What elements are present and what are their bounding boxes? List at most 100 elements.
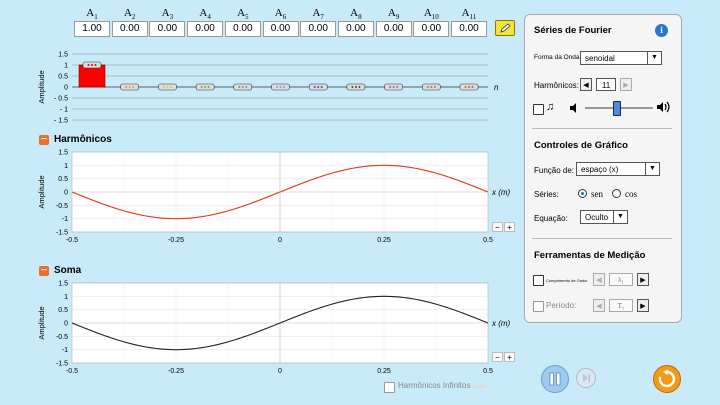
zoom-in-button[interactable]: + (504, 222, 515, 232)
zoom-out-button[interactable]: − (492, 352, 503, 362)
waveform-select[interactable]: senoidal ▼ (580, 51, 662, 65)
amplitude-input[interactable]: 0.00 (187, 21, 224, 37)
handle-dot (313, 86, 316, 88)
amplitude-column: A7 0.00 (298, 6, 338, 37)
left-arrow-icon[interactable]: ◀ (580, 78, 592, 91)
zoom-in-button[interactable]: + (504, 352, 515, 362)
handle-dot (392, 86, 395, 88)
x-tick-label: -0.25 (168, 237, 184, 244)
y-tick-label: 1 (64, 294, 68, 301)
amplitude-column: A6 0.00 (261, 6, 301, 37)
x-tick-label: -0.25 (168, 368, 184, 375)
y-tick-label: 0.5 (58, 176, 68, 183)
infinite-harmonics-checkbox[interactable] (384, 382, 395, 393)
amplitude-column: A1 1.00 (72, 6, 112, 37)
amplitude-label-index: 9 (395, 13, 400, 22)
amplitude-input[interactable]: 1.00 (74, 21, 110, 37)
step-button[interactable] (576, 368, 596, 388)
sum-chart: 1.510.50-0.5-1-1.5-0.5 -0.25 0 0.25 0.5Ampli… (37, 281, 511, 376)
amplitude-label-index: 10 (431, 13, 439, 22)
graph-title: Controles de Gráfico (534, 140, 628, 151)
amplitude-chart: 1.5 1 0.5 0 - 0.5 - 1 - 1.5 Amplitude n (37, 52, 499, 125)
handle-dot (128, 86, 131, 88)
amplitude-label: A5 (223, 6, 263, 21)
amplitude-input[interactable]: 0.00 (149, 21, 186, 37)
amplitude-input[interactable]: 0.00 (224, 21, 261, 37)
x-tick-label: 0.25 (377, 368, 391, 375)
amplitude-input[interactable]: 0.00 (375, 21, 412, 37)
harmonics-chart: 1.510.50-0.5-1-1.5-0.5 -0.25 0 0.25 0.5Ampli… (37, 150, 511, 245)
speaker-low-icon (569, 101, 581, 119)
right-arrow-icon[interactable]: ▶ (637, 273, 649, 286)
collapse-icon[interactable]: − (39, 134, 49, 145)
y-tick-label: -1 (62, 347, 68, 354)
handle-dot (430, 86, 433, 88)
handle-dot (241, 86, 244, 88)
amplitude-label: A10 (411, 6, 451, 22)
pause-button[interactable] (541, 365, 569, 393)
y-axis-label: Amplitude (37, 70, 46, 103)
y-tick-label: - 1 (60, 107, 68, 114)
amplitude-label-index: 3 (169, 13, 174, 22)
y-tick-label: -1 (62, 216, 68, 223)
series-sin-radio[interactable] (578, 189, 587, 198)
amplitude-input[interactable]: 0.00 (451, 21, 487, 37)
equation-select[interactable]: Oculto ▼ (580, 210, 628, 224)
handle-dot (91, 64, 93, 66)
y-axis-label: Amplitude (37, 175, 46, 208)
harmonics-header[interactable]: − Harmônicos (39, 134, 112, 145)
function-value: espaço (x) (581, 165, 619, 174)
series-label: Séries: (534, 190, 559, 199)
period-checkbox[interactable] (533, 301, 544, 312)
amplitude-label: A11 (449, 6, 489, 21)
series-cos-label: cos (625, 189, 637, 199)
zoom-out-button[interactable]: − (492, 222, 503, 232)
wavelength-checkbox[interactable] (533, 275, 544, 286)
y-tick-label: 0.5 (58, 74, 68, 81)
right-arrow-icon[interactable]: ▶ (620, 78, 632, 91)
amplitude-column: A8 0.00 (336, 6, 376, 37)
sound-checkbox[interactable] (533, 104, 544, 115)
x-tick-label: 0.5 (483, 368, 493, 375)
amplitude-input[interactable]: 0.00 (300, 21, 337, 37)
amplitude-label-letter: A (387, 7, 396, 19)
left-arrow-icon[interactable]: ◀ (593, 299, 605, 312)
equation-label: Equação: (534, 214, 568, 223)
handle-dot (166, 86, 169, 88)
amplitude-bar[interactable] (78, 64, 106, 88)
volume-thumb[interactable] (613, 101, 621, 116)
right-arrow-icon[interactable]: ▶ (637, 299, 649, 312)
collapse-icon[interactable]: − (39, 265, 49, 276)
handle-dot (317, 86, 320, 88)
x-tick-label: 0.25 (377, 237, 391, 244)
sum-header[interactable]: − Soma (39, 265, 81, 276)
handle-dot (396, 86, 399, 88)
amplitude-input[interactable]: 0.00 (111, 21, 148, 37)
x-tick-label: -0.5 (66, 368, 78, 375)
sum-title: Soma (54, 265, 82, 276)
pencil-icon[interactable] (495, 20, 515, 36)
amplitude-label: A9 (374, 6, 414, 22)
y-tick-label: 1 (64, 163, 68, 170)
handle-dot (276, 86, 278, 88)
period-label: Período: (546, 301, 577, 310)
infinite-harmonics-slider[interactable] (472, 385, 486, 388)
y-tick-label: 0 (64, 190, 68, 197)
amplitude-input[interactable]: 0.00 (413, 21, 450, 37)
handle-dot (426, 86, 429, 88)
amplitude-input[interactable]: 0.00 (337, 21, 374, 37)
x-axis-label: x (m) (491, 188, 511, 197)
info-icon[interactable]: i (655, 24, 668, 37)
handle-dot (204, 86, 207, 88)
reset-icon (658, 369, 676, 388)
amplitude-label-index: 6 (282, 13, 287, 22)
amplitude-input[interactable]: 0.00 (262, 21, 299, 37)
function-select[interactable]: espaço (x) ▼ (576, 162, 660, 176)
y-tick-label: -0.5 (56, 203, 68, 210)
amplitude-column: A11 0.00 (449, 6, 489, 37)
infinite-harmonics-label: Harmônicos Infinitos (398, 381, 471, 390)
left-arrow-icon[interactable]: ◀ (593, 273, 605, 286)
x-axis-label: x (m) (491, 319, 511, 328)
reset-button[interactable] (653, 365, 681, 393)
series-cos-radio[interactable] (612, 189, 621, 198)
